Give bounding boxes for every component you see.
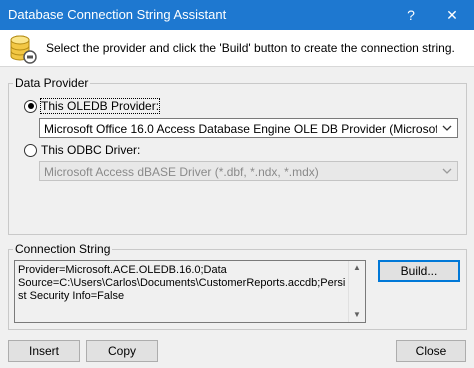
odbc-radio[interactable] — [24, 143, 37, 157]
title-bar: Database Connection String Assistant ? ✕ — [0, 0, 474, 30]
build-button[interactable]: Build... — [378, 260, 460, 282]
oledb-provider-select[interactable]: Microsoft Office 16.0 Access Database En… — [39, 118, 458, 138]
window-title: Database Connection String Assistant — [8, 7, 227, 22]
data-provider-group-label: Data Provider — [13, 76, 91, 90]
odbc-driver-value: Microsoft Access dBASE Driver (*.dbf, *.… — [44, 165, 319, 179]
oledb-radio[interactable] — [24, 99, 37, 113]
connection-string-text: Provider=Microsoft.ACE.OLEDB.16.0;Data S… — [18, 264, 346, 302]
help-button[interactable]: ? — [394, 0, 428, 30]
oledb-radio-option[interactable]: This OLEDB Provider: — [24, 98, 161, 114]
connection-string-group-label: Connection String — [13, 242, 113, 256]
scroll-up-icon[interactable]: ▲ — [349, 261, 365, 275]
scroll-down-icon[interactable]: ▼ — [349, 308, 365, 322]
oledb-provider-value: Microsoft Office 16.0 Access Database En… — [44, 122, 437, 136]
chevron-down-icon[interactable] — [440, 164, 454, 178]
database-icon — [10, 35, 37, 64]
connection-string-field[interactable]: Provider=Microsoft.ACE.OLEDB.16.0;Data S… — [14, 260, 366, 323]
insert-button[interactable]: Insert — [8, 340, 80, 362]
close-window-button[interactable]: ✕ — [430, 0, 474, 30]
oledb-radio-label[interactable]: This OLEDB Provider: — [39, 98, 161, 114]
close-button[interactable]: Close — [396, 340, 466, 362]
copy-button[interactable]: Copy — [86, 340, 158, 362]
chevron-down-icon[interactable] — [440, 121, 454, 135]
instruction-text: Select the provider and click the 'Build… — [46, 41, 455, 55]
instruction-band: Select the provider and click the 'Build… — [0, 30, 474, 67]
connection-string-scrollbar[interactable]: ▲ ▼ — [348, 261, 365, 322]
odbc-driver-select[interactable]: Microsoft Access dBASE Driver (*.dbf, *.… — [39, 161, 458, 181]
odbc-radio-option[interactable]: This ODBC Driver: — [24, 143, 140, 157]
odbc-radio-label[interactable]: This ODBC Driver: — [41, 143, 140, 157]
